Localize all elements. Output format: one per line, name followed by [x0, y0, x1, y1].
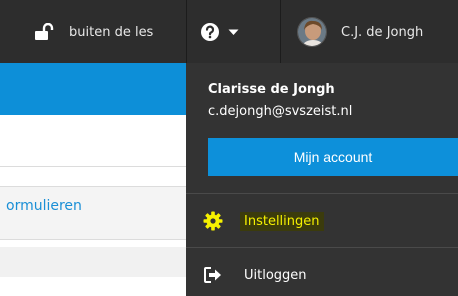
divider	[0, 166, 186, 167]
gear-icon	[202, 210, 224, 232]
lesson-status-item[interactable]: buiten de les	[34, 16, 153, 48]
page-header-strip	[0, 63, 186, 115]
help-menu-button[interactable]	[200, 16, 239, 48]
help-icon	[201, 23, 219, 41]
unlock-icon	[35, 23, 54, 40]
topbar-divider	[186, 0, 187, 63]
lesson-status-label: buiten de les	[69, 24, 154, 40]
logout-menu-item[interactable]: Uitloggen	[202, 264, 307, 286]
dropdown-email: c.dejongh@svszeist.nl	[208, 104, 353, 119]
user-menu-button[interactable]: C.J. de Jongh	[297, 14, 423, 50]
page: buiten de les C.J. de Jongh ormulieren C…	[0, 0, 458, 296]
formulieren-link[interactable]: ormulieren	[6, 198, 82, 214]
my-account-button[interactable]: Mijn account	[208, 138, 458, 176]
user-name-label: C.J. de Jongh	[341, 24, 424, 40]
top-navigation-bar: buiten de les C.J. de Jongh	[0, 0, 458, 63]
settings-label: Instellingen	[240, 211, 324, 231]
user-dropdown-menu: Clarisse de Jongh c.dejongh@svszeist.nl …	[186, 63, 458, 296]
logout-label: Uitloggen	[244, 267, 307, 283]
settings-menu-item[interactable]: Instellingen	[202, 210, 324, 232]
sign-out-icon	[202, 264, 224, 286]
avatar	[297, 17, 327, 47]
dropdown-divider	[186, 193, 458, 194]
dropdown-divider	[186, 247, 458, 248]
chevron-down-icon	[228, 29, 239, 35]
dropdown-full-name: Clarisse de Jongh	[208, 82, 335, 97]
content-panel	[0, 247, 186, 277]
topbar-divider	[280, 0, 281, 63]
